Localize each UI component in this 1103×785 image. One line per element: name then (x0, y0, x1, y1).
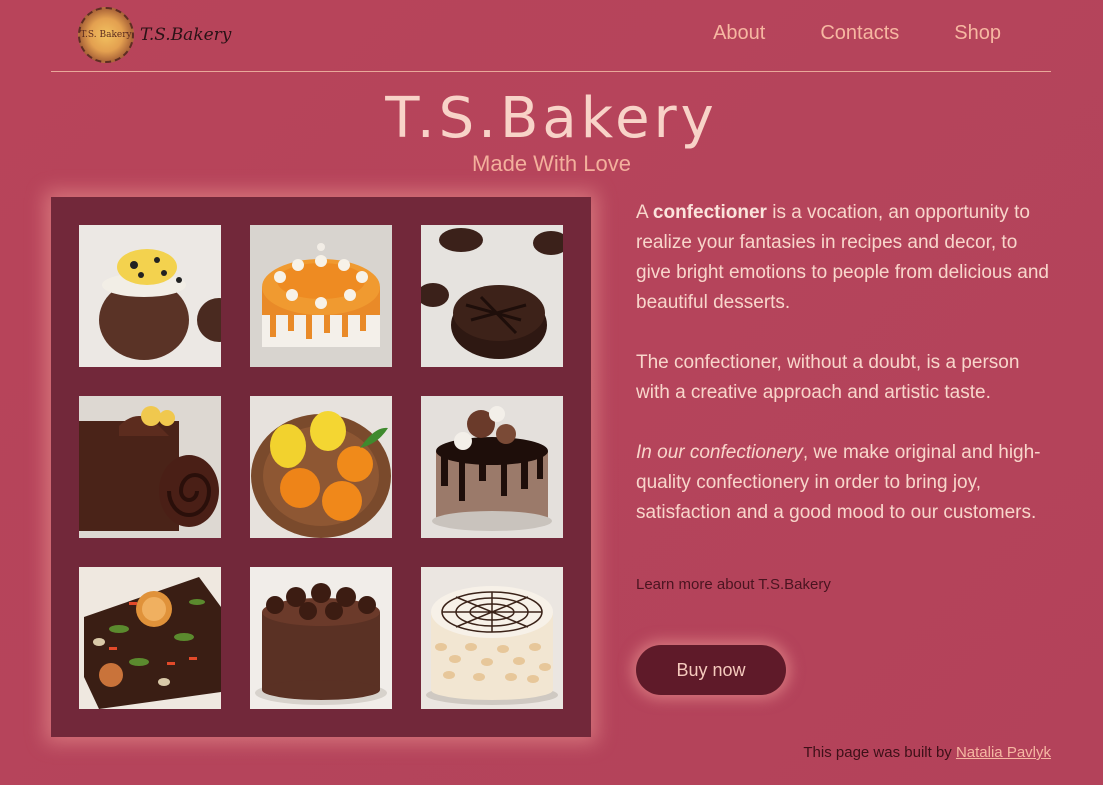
main-nav: About Contacts Shop (713, 22, 1001, 45)
logo-badge-icon: T.S. Bakery (78, 7, 134, 63)
logo-text: T.S.Bakery (140, 25, 232, 45)
nav-contacts[interactable]: Contacts (820, 22, 899, 45)
paragraph-1: A confectioner is a vocation, an opportu… (636, 198, 1051, 318)
page-footer: This page was built by Natalia Pavlyk (803, 744, 1051, 761)
photo-almond-cake-icon[interactable] (421, 567, 563, 709)
learn-more-link[interactable]: Learn more about T.S.Bakery (636, 576, 831, 593)
about-text: A confectioner is a vocation, an opportu… (636, 198, 1051, 558)
photo-chocolate-cup-dessert-icon[interactable] (79, 225, 221, 367)
photo-chocolate-roll-icon[interactable] (79, 396, 221, 538)
p1-bold: confectioner (652, 202, 767, 223)
photo-decorated-chocolate-loaf-icon[interactable] (79, 567, 221, 709)
photo-gallery (51, 197, 591, 737)
photo-orange-meringue-cake-icon[interactable] (250, 225, 392, 367)
p3-italic: In our confectionery (636, 442, 803, 463)
photo-chocolate-drip-cake-icon[interactable] (421, 396, 563, 538)
author-link[interactable]: Natalia Pavlyk (956, 744, 1051, 761)
nav-shop[interactable]: Shop (954, 22, 1001, 45)
logo[interactable]: T.S. Bakery T.S.Bakery (78, 7, 238, 65)
paragraph-3: In our confectionery, we make original a… (636, 438, 1051, 528)
buy-now-button[interactable]: Buy now (636, 645, 786, 695)
page-title: T.S.Bakery (385, 86, 718, 151)
paragraph-2: The confectioner, without a doubt, is a … (636, 352, 1020, 403)
photo-lemons-and-tangerines-icon[interactable] (250, 396, 392, 538)
photo-chocolate-rosette-cake-icon[interactable] (250, 567, 392, 709)
page-subtitle: Made With Love (472, 151, 631, 176)
photo-chocolate-cookie-icon[interactable] (421, 225, 563, 367)
footer-prefix: This page was built by (803, 744, 956, 761)
logo-badge-text: T.S. Bakery (80, 29, 132, 40)
site-header: T.S. Bakery T.S.Bakery About Contacts Sh… (51, 0, 1051, 72)
nav-about[interactable]: About (713, 22, 765, 45)
p1-prefix: A (636, 202, 653, 223)
